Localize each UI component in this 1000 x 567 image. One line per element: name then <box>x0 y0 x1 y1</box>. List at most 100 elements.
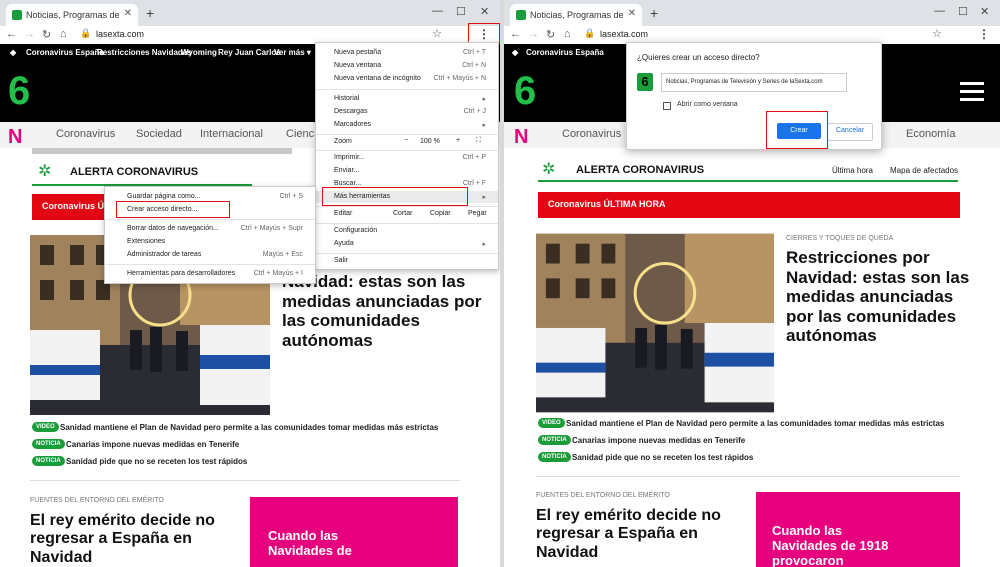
promo-card[interactable]: Cuando las Navidades de 1918 provocaron <box>756 492 960 567</box>
nav-item[interactable]: Economía <box>906 128 956 140</box>
police-street-image <box>536 233 774 413</box>
url-text: lasexta.com <box>96 29 145 39</box>
topbar-link[interactable]: Coronavirus España <box>526 48 604 57</box>
browser-tab[interactable]: Noticias, Programas de Televisió ✕ <box>6 4 138 26</box>
nav-item[interactable]: Coronavirus <box>56 128 115 140</box>
noticias-logo[interactable]: N <box>8 126 36 148</box>
back-icon[interactable]: ← <box>6 28 17 40</box>
topbar-link[interactable]: Coronavirus España <box>26 48 104 57</box>
left-browser-window: Noticias, Programas de Televisió ✕ + — ☐… <box>0 0 500 567</box>
alert-link[interactable]: Mapa de afectados <box>890 166 958 175</box>
secondary-headline[interactable]: El rey emérito decide no regresar a Espa… <box>30 512 240 567</box>
zoom-in-button[interactable]: + <box>456 137 460 144</box>
news-link[interactable]: Canarias impone nuevas medidas en Teneri… <box>66 440 239 449</box>
lasexta-logo[interactable]: 6 <box>514 70 544 112</box>
live-bar[interactable]: Coronavirus Ú <box>32 194 112 220</box>
copy-button[interactable]: Copiar <box>430 210 451 217</box>
lasexta-logo[interactable]: 6 <box>8 70 38 112</box>
address-bar[interactable]: 🔒 lasexta.com ☆ <box>584 28 942 42</box>
live-bar-label: Coronavirus Ú <box>42 201 105 211</box>
new-tab-icon[interactable]: + <box>146 5 154 21</box>
tag-badge: VIDEO <box>538 418 565 428</box>
nav-item[interactable]: Coronavirus <box>562 128 621 140</box>
menu-item[interactable]: Descargas Ctrl + J <box>316 106 498 118</box>
tag-badge: NOTICIA <box>32 456 65 466</box>
menu-item[interactable]: Ayuda ▸ <box>316 238 498 250</box>
reload-icon[interactable]: ↻ <box>546 28 555 41</box>
submenu-item[interactable]: Herramientas para desarrolladores Ctrl + … <box>105 268 315 280</box>
scrollbar[interactable] <box>32 148 292 154</box>
site-icon: 6 <box>637 73 653 91</box>
hamburger-menu-icon[interactable] <box>960 82 984 101</box>
topbar-link[interactable]: Wyoming <box>181 48 217 57</box>
promo-card[interactable]: Cuando las Navidades de <box>250 497 458 567</box>
menu-item[interactable]: Salir <box>316 255 498 267</box>
reload-icon[interactable]: ↻ <box>42 28 51 41</box>
menu-item[interactable]: Marcadores ▸ <box>316 119 498 131</box>
menu-item[interactable]: Imprimir... Ctrl + P <box>316 152 498 164</box>
submenu-item[interactable]: Extensiones <box>105 236 315 248</box>
submenu-item[interactable]: Administrador de tareas Mayús + Esc <box>105 249 315 261</box>
minimize-icon[interactable]: — <box>934 5 945 17</box>
close-window-icon[interactable]: ✕ <box>980 5 989 18</box>
home-icon[interactable]: ⌂ <box>60 28 67 40</box>
topbar-link[interactable]: Rey Juan Carlos <box>218 48 281 57</box>
close-tab-icon[interactable]: ✕ <box>124 8 132 19</box>
zoom-out-button[interactable]: − <box>404 137 408 144</box>
divider <box>536 476 960 477</box>
divider <box>30 480 460 481</box>
menu-item[interactable]: Nueva ventana Ctrl + N <box>316 60 498 72</box>
promo-card-title: Cuando las Navidades de 1918 provocaron <box>772 523 889 567</box>
news-link[interactable]: Sanidad mantiene el Plan de Navidad pero… <box>566 419 944 428</box>
fullscreen-icon[interactable]: ⛶ <box>476 137 481 145</box>
news-photo[interactable] <box>536 233 774 413</box>
menu-item[interactable]: Historial ▸ <box>316 93 498 105</box>
forward-icon[interactable]: → <box>528 28 539 40</box>
edit-row: Editar Cortar Copiar Pegar <box>334 210 487 217</box>
live-bar[interactable]: Coronavirus ÚLTIMA HORA <box>538 192 960 218</box>
nav-item[interactable]: Cienc <box>286 128 314 140</box>
maximize-icon[interactable]: ☐ <box>958 5 968 18</box>
topbar-link[interactable]: Ver más ▾ <box>274 48 311 57</box>
alert-link[interactable]: Última hora <box>832 166 873 175</box>
cancel-button[interactable]: Cancelar <box>827 123 873 141</box>
nav-item[interactable]: Internacional <box>200 128 263 140</box>
kicker: CIERRES Y TOQUES DE QUEDA <box>786 235 894 242</box>
bookmark-star-icon[interactable]: ☆ <box>932 27 942 40</box>
home-icon[interactable]: ⌂ <box>564 28 571 40</box>
forward-icon[interactable]: → <box>24 28 35 40</box>
tab-strip: Noticias, Programas de Televisió ✕ + — ☐… <box>504 0 1000 26</box>
virus-icon: ✲ <box>38 163 52 180</box>
submenu-item[interactable]: Borrar datos de navegación... Ctrl + Mayú… <box>105 223 315 235</box>
menu-item[interactable]: Configuración <box>316 225 498 237</box>
menu-item[interactable]: Nueva pestaña Ctrl + T <box>316 47 498 59</box>
alert-title: ALERTA CORONAVIRUS <box>576 164 705 176</box>
maximize-icon[interactable]: ☐ <box>456 5 466 18</box>
browser-tab[interactable]: Noticias, Programas de Televisió ✕ <box>510 4 642 26</box>
news-link[interactable]: Sanidad pide que no se receten los test … <box>572 453 753 462</box>
back-icon[interactable]: ← <box>510 28 521 40</box>
cut-button[interactable]: Cortar <box>393 210 412 217</box>
menu-item[interactable]: Nueva ventana de incógnito Ctrl + Mayús +… <box>316 73 498 85</box>
noticias-logo[interactable]: N <box>514 126 542 148</box>
secondary-headline[interactable]: El rey emérito decide no regresar a Espa… <box>536 507 746 562</box>
bookmark-star-icon[interactable]: ☆ <box>432 27 442 40</box>
news-link[interactable]: Canarias impone nuevas medidas en Teneri… <box>572 436 745 445</box>
menu-item[interactable]: Enviar... <box>316 165 498 177</box>
tab-strip: Noticias, Programas de Televisió ✕ + — ☐… <box>0 0 500 26</box>
minimize-icon[interactable]: — <box>432 5 443 17</box>
new-tab-icon[interactable]: + <box>650 5 658 21</box>
shortcut-name-input[interactable]: Noticias, Programas de Televisión y Seri… <box>661 73 847 92</box>
paste-button[interactable]: Pegar <box>468 210 487 217</box>
close-tab-icon[interactable]: ✕ <box>628 8 636 19</box>
nav-item[interactable]: Sociedad <box>136 128 182 140</box>
topbar-link[interactable]: Restricciones Navidades <box>97 48 192 57</box>
main-headline[interactable]: Restricciones por Navidad: estas son las… <box>786 248 976 346</box>
close-window-icon[interactable]: ✕ <box>480 5 489 18</box>
news-link[interactable]: Sanidad pide que no se receten los test … <box>66 457 247 466</box>
address-bar[interactable]: 🔒 lasexta.com ☆ <box>80 28 442 42</box>
news-link[interactable]: Sanidad mantiene el Plan de Navidad pero… <box>60 423 438 432</box>
zoom-row: Zoom − 100 % + ⛶ <box>334 137 481 145</box>
open-as-window-checkbox[interactable] <box>663 102 671 110</box>
chrome-menu-icon[interactable]: ⋮ <box>978 27 990 41</box>
